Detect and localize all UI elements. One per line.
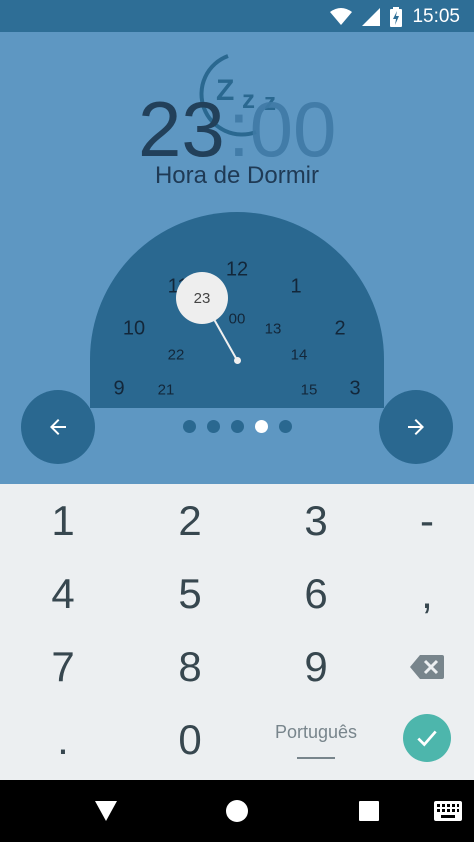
backspace-key[interactable]	[368, 630, 474, 704]
key-1[interactable]: 1	[4, 484, 122, 558]
key-2[interactable]: 2	[131, 484, 249, 558]
page-dot-active	[254, 420, 268, 433]
key-9[interactable]: 9	[257, 630, 375, 704]
recents-square-icon	[359, 801, 379, 821]
system-back-button[interactable]	[76, 780, 136, 842]
system-navigation-bar	[0, 780, 474, 842]
check-icon	[417, 730, 437, 747]
hour-dial[interactable]: 11 12 1 10 2 9 3 00 13 22 14 21 15 20 16…	[90, 212, 384, 408]
dial-selected-hour[interactable]: 23	[176, 272, 228, 324]
time-hours[interactable]: 23	[138, 90, 225, 168]
bedtime-picker-panel: Z z z 23 :00 Hora de Dormir 11 12 1 10 2…	[0, 32, 474, 484]
key-8[interactable]: 8	[131, 630, 249, 704]
language-label: Português	[274, 721, 358, 742]
key-5[interactable]: 5	[131, 557, 249, 631]
key-0[interactable]: 0	[131, 703, 249, 777]
wifi-icon	[330, 8, 353, 25]
status-time: 15:05	[412, 6, 460, 27]
language-key[interactable]: Português	[257, 703, 375, 777]
key-minus[interactable]: -	[368, 484, 474, 558]
battery-charging-icon	[390, 7, 403, 27]
language-underline	[297, 756, 335, 759]
dial-hand	[201, 297, 238, 361]
signal-icon	[362, 8, 381, 26]
page-dot	[278, 420, 292, 433]
key-period[interactable]: .	[4, 703, 122, 777]
page-dot	[230, 420, 244, 433]
status-bar: 15:05	[0, 0, 474, 32]
time-minutes[interactable]: :00	[228, 90, 336, 168]
page-dot	[182, 420, 196, 433]
key-3[interactable]: 3	[257, 484, 375, 558]
key-7[interactable]: 7	[4, 630, 122, 704]
home-circle-icon	[226, 800, 248, 822]
key-6[interactable]: 6	[257, 557, 375, 631]
system-recents-button[interactable]	[339, 780, 399, 842]
system-home-button[interactable]	[207, 780, 267, 842]
page-title: Hora de Dormir	[154, 162, 320, 189]
keyboard-switch-button[interactable]	[418, 780, 474, 842]
keyboard-switch-icon	[434, 801, 462, 821]
key-comma[interactable]: ,	[368, 557, 474, 631]
back-triangle-icon	[95, 801, 117, 821]
dial-center	[234, 357, 241, 364]
backspace-icon	[410, 655, 444, 679]
done-button[interactable]	[403, 714, 451, 762]
page-indicator	[0, 420, 474, 433]
key-4[interactable]: 4	[4, 557, 122, 631]
status-icons: 15:05	[330, 6, 460, 28]
page-dot	[206, 420, 220, 433]
